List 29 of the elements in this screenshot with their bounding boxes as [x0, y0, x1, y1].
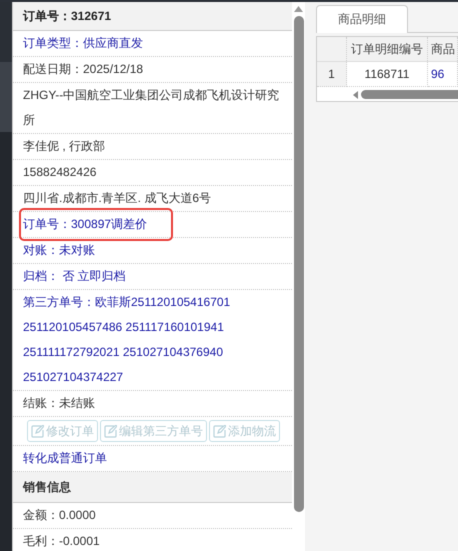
scroll-up-icon[interactable] — [294, 6, 303, 12]
column-header: 订单明细编号 — [346, 37, 428, 62]
edit-icon — [104, 424, 117, 438]
table-cell: 1168711 — [346, 62, 428, 86]
info-link[interactable]: 订单类型：供应商直发 — [23, 31, 143, 56]
edit-icon — [31, 424, 44, 438]
table-cell: 1 — [317, 62, 346, 86]
table-cell: 96 — [428, 62, 458, 86]
column-header: 商品 — [428, 37, 458, 62]
info-link[interactable]: 归档： 否 立即归档 — [23, 264, 126, 289]
info-text: 毛利：-0.0001 — [23, 534, 100, 548]
info-text: 结账：未结账 — [23, 395, 95, 412]
scrollbar-thumb[interactable] — [294, 16, 304, 512]
edit-icon — [213, 424, 226, 438]
info-text: 金额：0.0000 — [23, 508, 96, 522]
tab[interactable]: 商品明细 — [316, 5, 408, 33]
convert-link[interactable]: 转化成普通订单 — [23, 451, 107, 465]
section-header: 销售信息 — [13, 472, 292, 503]
scrollbar[interactable] — [292, 2, 305, 551]
info-text: 15882482426 — [23, 164, 96, 181]
scroll-left-icon[interactable] — [353, 90, 358, 98]
info-link[interactable]: 第三方单号：欧菲斯251120105416701 251120105457486 251117160101941 251111172792021 251027104376940 251027104374227 — [23, 290, 230, 390]
info-text: 配送日期：2025/12/18 — [23, 61, 144, 78]
info-text: 四川省.成都市.青羊区. 成飞大道6号 — [23, 190, 212, 207]
info-text: 李佳伲 , 行政部 — [23, 138, 106, 155]
info-text: ZHGY--中国航空工业集团公司成都飞机设计研究 所 — [23, 87, 280, 129]
info-link[interactable]: 对账：未对账 — [23, 238, 95, 263]
panel-title: 订单号：312671 — [13, 2, 292, 31]
scrollbar-thumb[interactable] — [361, 90, 458, 99]
